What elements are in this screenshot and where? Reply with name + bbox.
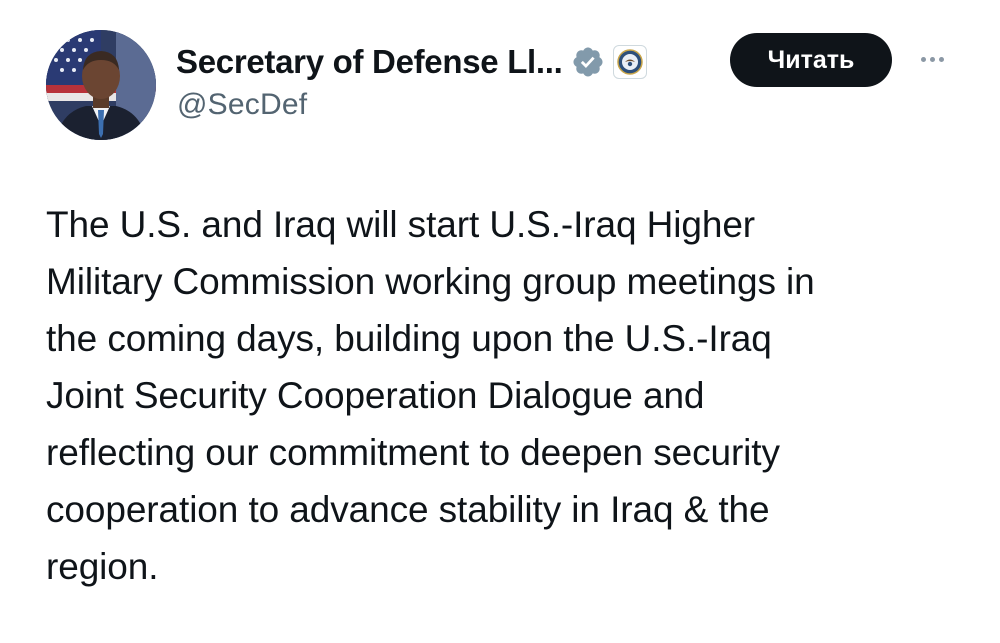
tweet-text-line: The U.S. and Iraq will start U.S.-Iraq H… <box>46 204 756 245</box>
more-options-icon[interactable] <box>912 44 952 74</box>
avatar-image <box>46 30 156 140</box>
tweet-text: The U.S. and Iraq will start U.S.-Iraq H… <box>46 196 976 595</box>
more-dot <box>938 56 944 62</box>
avatar[interactable] <box>46 30 156 140</box>
tweet-text-line: Joint Security Cooperation Dialogue and <box>46 375 705 416</box>
tweet-text-line: region. <box>46 546 159 587</box>
follow-button[interactable]: Читать <box>730 33 892 87</box>
tweet-text-line: cooperation to advance stability in Iraq… <box>46 489 770 530</box>
author-display-name[interactable]: Secretary of Defense Ll... <box>176 43 563 81</box>
dod-seal-icon[interactable] <box>612 45 647 79</box>
author-name-row: Secretary of Defense Ll... <box>176 40 647 84</box>
tweet-text-line: Military Commission working group meetin… <box>46 261 815 302</box>
more-dot <box>920 56 926 62</box>
tweet-text-line: reflecting our commitment to deepen secu… <box>46 432 780 473</box>
author-handle[interactable]: @SecDef <box>177 88 307 122</box>
tweet-card: Secretary of Defense Ll... @SecDef Читат… <box>0 0 1000 643</box>
more-dot <box>929 56 935 62</box>
tweet-text-line: the coming days, building upon the U.S.-… <box>46 318 772 359</box>
verified-badge-icon[interactable] <box>571 45 605 79</box>
